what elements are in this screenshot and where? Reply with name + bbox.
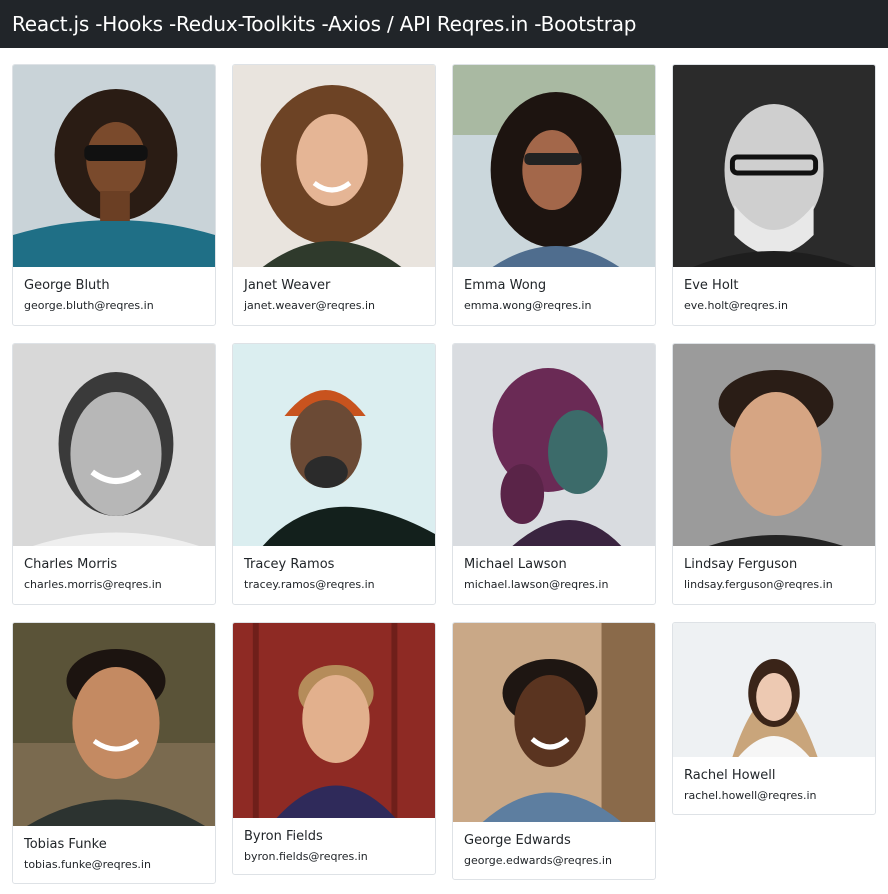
user-email: janet.weaver@reqres.in (244, 299, 375, 312)
user-name: Emma Wong (464, 278, 547, 293)
avatar (453, 344, 655, 546)
user-email: george.bluth@reqres.in (24, 299, 154, 312)
user-email: tracey.ramos@reqres.in (244, 578, 375, 591)
avatar (673, 65, 875, 267)
avatar (673, 344, 875, 546)
avatar (13, 344, 215, 546)
avatar (233, 65, 435, 267)
user-card: Emma Wong emma.wong@reqres.in (452, 64, 656, 326)
user-card: Rachel Howell rachel.howell@reqres.in (672, 622, 876, 815)
navbar-brand[interactable]: React.js -Hooks -Redux-Toolkits -Axios /… (12, 12, 636, 36)
user-name: Tracey Ramos (244, 557, 335, 572)
avatar (453, 623, 655, 822)
user-card: Tracey Ramos tracey.ramos@reqres.in (232, 343, 436, 605)
user-card: Byron Fields byron.fields@reqres.in (232, 622, 436, 875)
user-name: Rachel Howell (684, 768, 776, 783)
avatar (233, 623, 435, 818)
user-email: emma.wong@reqres.in (464, 299, 592, 312)
user-email: michael.lawson@reqres.in (464, 578, 609, 591)
user-email: george.edwards@reqres.in (464, 854, 612, 867)
user-email: eve.holt@reqres.in (684, 299, 788, 312)
user-card: Charles Morris charles.morris@reqres.in (12, 343, 216, 605)
user-card: Janet Weaver janet.weaver@reqres.in (232, 64, 436, 326)
user-card: Eve Holt eve.holt@reqres.in (672, 64, 876, 326)
user-card: Lindsay Ferguson lindsay.ferguson@reqres… (672, 343, 876, 605)
avatar (13, 65, 215, 267)
avatar (673, 623, 875, 757)
user-email: byron.fields@reqres.in (244, 850, 368, 863)
user-name: Janet Weaver (244, 278, 331, 293)
navbar: React.js -Hooks -Redux-Toolkits -Axios /… (0, 0, 888, 48)
user-name: Eve Holt (684, 278, 739, 293)
user-name: Charles Morris (24, 557, 118, 572)
user-name: George Edwards (464, 833, 571, 848)
user-email: lindsay.ferguson@reqres.in (684, 578, 833, 591)
user-name: Tobias Funke (24, 837, 107, 852)
avatar (453, 65, 655, 267)
user-email: tobias.funke@reqres.in (24, 858, 151, 871)
user-email: charles.morris@reqres.in (24, 578, 162, 591)
user-name: Lindsay Ferguson (684, 557, 798, 572)
avatar (233, 344, 435, 546)
avatar (13, 623, 215, 826)
user-card: George Bluth george.bluth@reqres.in (12, 64, 216, 326)
user-card: Tobias Funke tobias.funke@reqres.in (12, 622, 216, 884)
user-card: Michael Lawson michael.lawson@reqres.in (452, 343, 656, 605)
user-name: Byron Fields (244, 829, 323, 844)
user-card: George Edwards george.edwards@reqres.in (452, 622, 656, 880)
user-name: Michael Lawson (464, 557, 567, 572)
user-email: rachel.howell@reqres.in (684, 789, 817, 802)
user-name: George Bluth (24, 278, 110, 293)
